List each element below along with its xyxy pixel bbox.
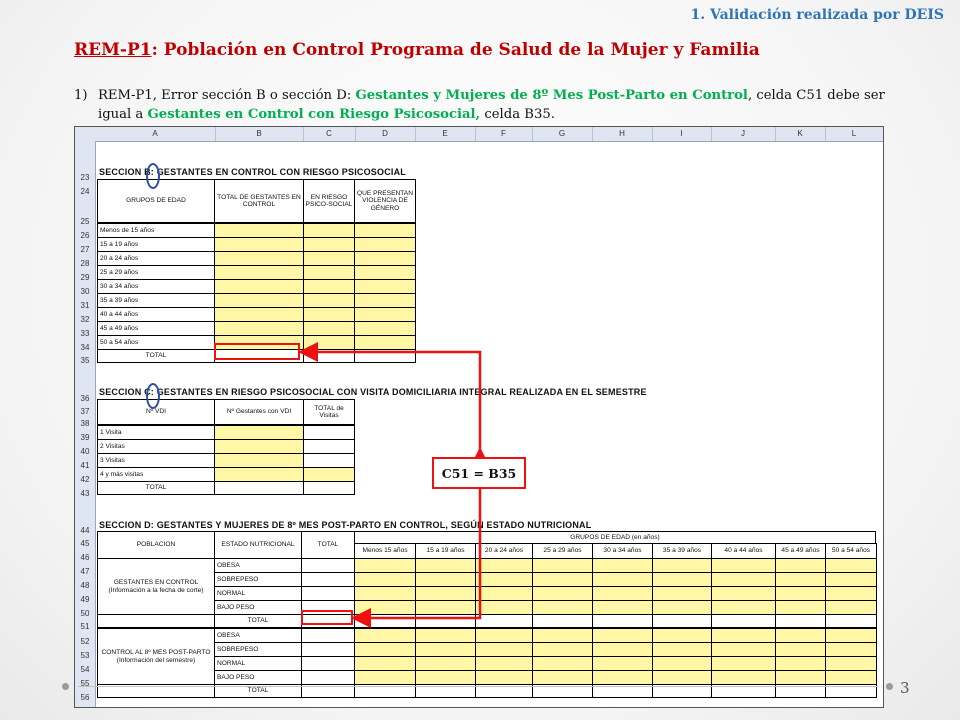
arrow-to-c51 — [351, 494, 482, 628]
arrow-to-b35 — [298, 342, 482, 452]
footer-dot-right — [886, 683, 893, 690]
footer-dot-left — [62, 683, 69, 690]
formula-callout: C51 = B35 — [432, 457, 526, 489]
page-number: 3 — [900, 679, 910, 697]
footer-rule — [78, 686, 878, 687]
connector-arrows — [298, 342, 490, 628]
